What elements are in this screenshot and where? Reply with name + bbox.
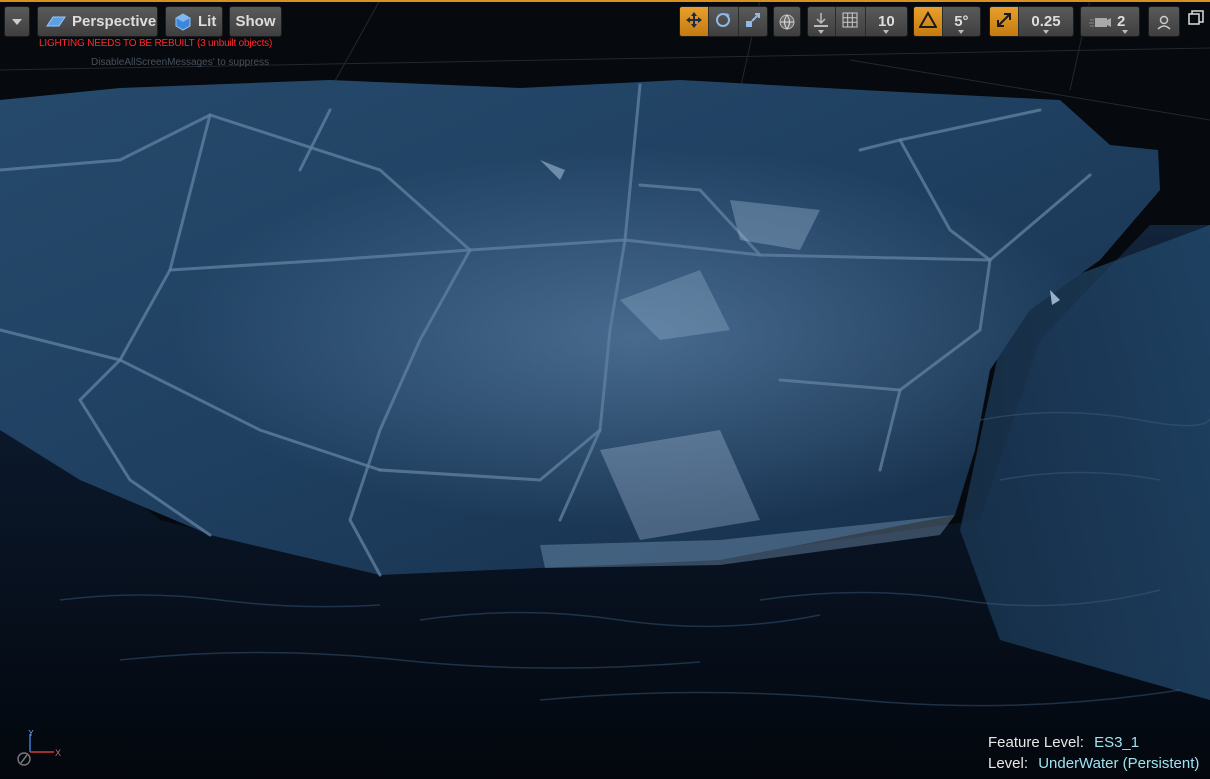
perspective-icon bbox=[46, 14, 66, 30]
editor-viewport[interactable]: Perspective Lit Show 10 5° 0.25 2 LIGHTI… bbox=[0, 0, 1210, 779]
grid-snap-group: 10 bbox=[807, 6, 908, 37]
grid-icon bbox=[841, 11, 859, 33]
surface-snap-toggle[interactable] bbox=[808, 7, 836, 36]
scale-snap-group: 0.25 bbox=[989, 6, 1074, 37]
lighting-warning: LIGHTING NEEDS TO BE REBUILT (3 unbuilt … bbox=[39, 38, 273, 49]
feature-level-value: ES3_1 bbox=[1094, 734, 1140, 751]
perspective-button[interactable]: Perspective bbox=[37, 6, 158, 37]
svg-text:X: X bbox=[55, 748, 61, 758]
rotation-snap-toggle[interactable] bbox=[914, 7, 943, 36]
rotation-snap-value[interactable]: 5° bbox=[942, 7, 980, 36]
camera-icon bbox=[1089, 14, 1111, 30]
show-button[interactable]: Show bbox=[229, 6, 282, 37]
caret-icon bbox=[1042, 30, 1049, 34]
svg-text:Y: Y bbox=[28, 730, 34, 738]
scale-snap-toggle[interactable] bbox=[990, 7, 1019, 36]
level-row: Level: UnderWater (Persistent) bbox=[988, 753, 1199, 774]
rotate-icon bbox=[714, 11, 732, 33]
view-mode-button[interactable]: Lit bbox=[165, 6, 223, 37]
viewport-options-button[interactable] bbox=[4, 6, 30, 37]
lit-sphere-icon bbox=[174, 12, 192, 31]
viewport-info: Feature Level: ES3_1 Level: UnderWater (… bbox=[988, 732, 1199, 774]
scale-tool[interactable] bbox=[738, 7, 767, 36]
scale-arrow-icon bbox=[995, 11, 1013, 33]
caret-icon bbox=[883, 30, 890, 34]
scale-icon bbox=[744, 11, 762, 33]
feature-level-row: Feature Level: ES3_1 bbox=[988, 732, 1199, 753]
caret-icon bbox=[1122, 30, 1128, 34]
camera-speed-button[interactable]: 2 bbox=[1080, 6, 1140, 37]
lit-label: Lit bbox=[198, 13, 217, 30]
axis-gizmo: Y X bbox=[10, 728, 65, 775]
move-arrows-icon bbox=[685, 11, 703, 33]
translate-tool[interactable] bbox=[680, 7, 710, 36]
perspective-label: Perspective bbox=[72, 13, 157, 30]
globe-icon bbox=[778, 13, 796, 31]
viewport-layout-button[interactable] bbox=[1148, 6, 1180, 37]
grid-snap-toggle[interactable] bbox=[835, 7, 866, 36]
show-label: Show bbox=[235, 13, 276, 30]
level-value: UnderWater (Persistent) bbox=[1038, 755, 1200, 772]
angle-triangle-icon bbox=[918, 10, 938, 33]
scene-render bbox=[0, 0, 1210, 779]
person-icon bbox=[1156, 14, 1172, 30]
grid-snap-value[interactable]: 10 bbox=[865, 7, 907, 36]
scale-snap-value[interactable]: 0.25 bbox=[1018, 7, 1073, 36]
rotation-snap-group: 5° bbox=[913, 6, 981, 37]
rotate-tool[interactable] bbox=[709, 7, 739, 36]
chevron-down-icon bbox=[12, 18, 22, 25]
maximize-viewport-icon[interactable] bbox=[1188, 10, 1204, 31]
transform-tools bbox=[679, 6, 768, 37]
feature-level-label: Feature Level: bbox=[988, 734, 1084, 751]
caret-icon bbox=[818, 30, 825, 34]
caret-icon bbox=[958, 30, 965, 34]
level-label: Level: bbox=[988, 755, 1029, 772]
suppress-message: DisableAllScreenMessages' to suppress bbox=[91, 57, 270, 68]
world-local-toggle[interactable] bbox=[773, 6, 801, 37]
